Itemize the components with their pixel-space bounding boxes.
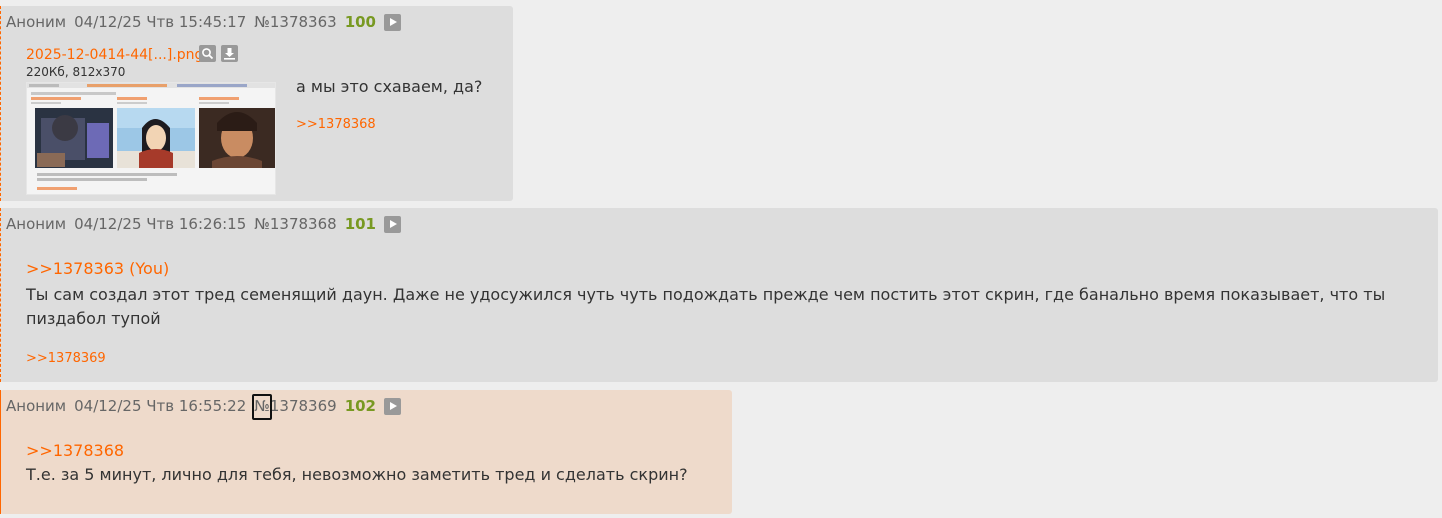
backlink[interactable]: >>1378368	[296, 117, 376, 132]
post-count: 100	[344, 13, 376, 31]
post-menu-play-icon[interactable]	[384, 215, 401, 233]
post-body: а мы это схаваем, да?	[296, 77, 483, 96]
post-left-marker	[0, 6, 1, 201]
reply-quote-link: >>1378368	[26, 441, 125, 460]
post-header: Аноним 04/12/25 Чтв 16:55:22 №1378369 10…	[6, 397, 401, 415]
post-datetime: 04/12/25 Чтв 15:45:17	[74, 13, 247, 31]
post-datetime: 04/12/25 Чтв 16:26:15	[74, 215, 247, 233]
post-menu-play-icon[interactable]	[384, 397, 401, 415]
post-1378369: Аноним 04/12/25 Чтв 16:55:22 №1378369 10…	[0, 390, 732, 514]
post-number-symbol[interactable]: №	[254, 397, 270, 415]
post-number-value[interactable]: 1378369	[270, 397, 337, 415]
post-1378368: Аноним 04/12/25 Чтв 16:26:15 №1378368 10…	[0, 208, 1438, 382]
post-number-symbol[interactable]: №	[254, 13, 270, 31]
post-header: Аноним 04/12/25 Чтв 16:26:15 №1378368 10…	[6, 215, 401, 233]
thumbnail-image	[27, 83, 275, 194]
poster-name: Аноним	[6, 13, 67, 31]
post-menu-play-icon[interactable]	[384, 13, 401, 31]
post-left-marker	[0, 390, 1, 514]
file-info: 220Кб, 812x370	[26, 65, 126, 79]
post-1378363: Аноним 04/12/25 Чтв 15:45:17 №1378363 10…	[0, 6, 513, 201]
post-number[interactable]: №1378368	[254, 215, 336, 233]
poster-name: Аноним	[6, 397, 67, 415]
poster-name: Аноним	[6, 215, 67, 233]
post-number-symbol[interactable]: №	[254, 215, 270, 233]
post-body: Ты сам создал этот тред семенящий даун. …	[26, 285, 1386, 328]
post-header: Аноним 04/12/25 Чтв 15:45:17 №1378363 10…	[6, 13, 401, 31]
attachment-thumbnail[interactable]	[26, 82, 276, 195]
post-body: Т.е. за 5 минут, лично для тебя, невозмо…	[26, 465, 688, 484]
reply-quote-link: >>1378363 (You)	[26, 259, 170, 278]
post-count: 102	[344, 397, 376, 415]
post-number-value[interactable]: 1378363	[270, 13, 337, 31]
post-datetime: 04/12/25 Чтв 16:55:22	[74, 397, 247, 415]
file-name-link[interactable]: 2025-12-0414-44[...].png	[26, 47, 203, 63]
post-number[interactable]: №1378369	[254, 397, 336, 415]
post-number[interactable]: №1378363	[254, 13, 336, 31]
search-icon[interactable]	[199, 45, 216, 62]
post-number-value[interactable]: 1378368	[270, 215, 337, 233]
backlink[interactable]: >>1378369	[26, 351, 106, 366]
post-count: 101	[344, 215, 376, 233]
download-icon[interactable]	[221, 45, 238, 62]
post-left-marker	[0, 208, 1, 382]
